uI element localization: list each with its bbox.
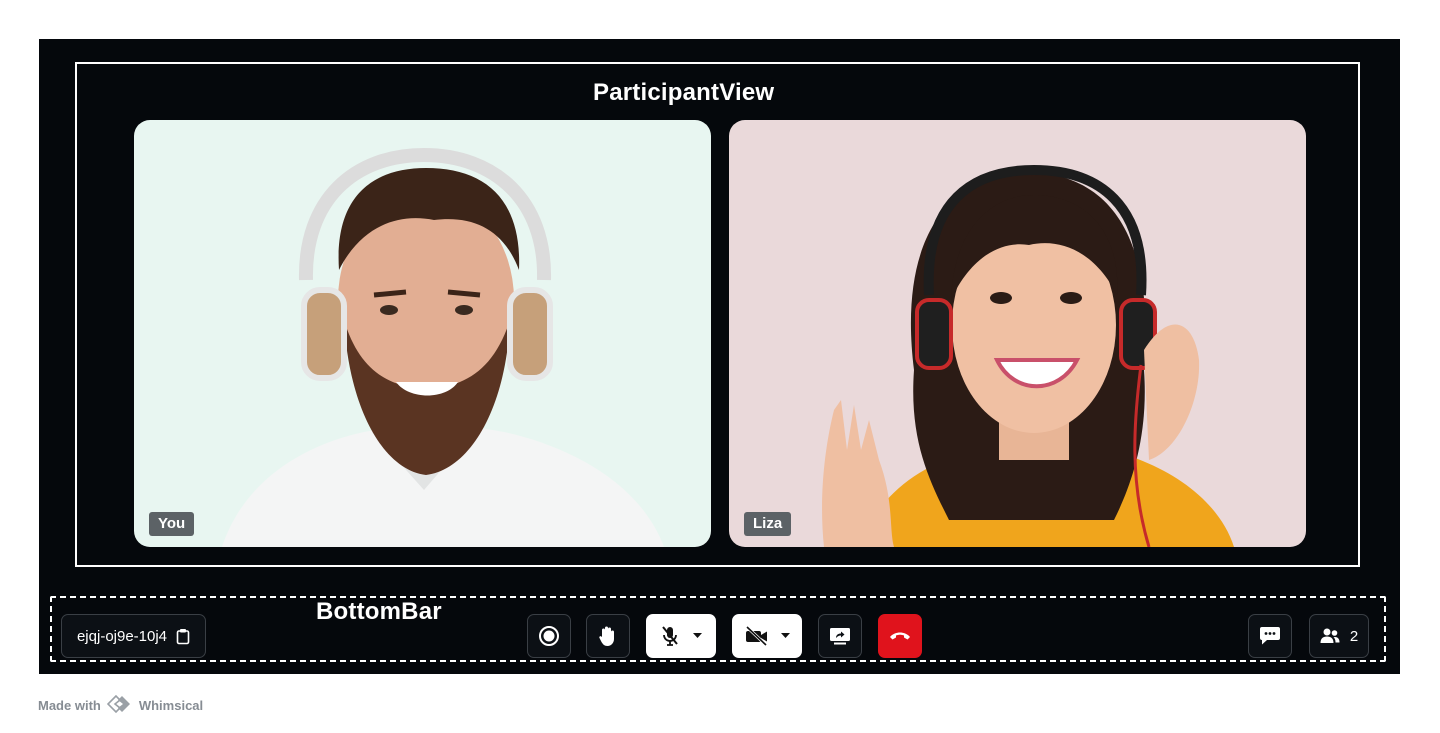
video-tile-you[interactable]: You [134, 120, 711, 547]
end-call-button[interactable] [878, 614, 922, 658]
participant-name-tag: You [149, 512, 195, 536]
made-with-text: Made with [38, 698, 101, 713]
meeting-id-copy-button[interactable]: ejqj-oj9e-10j4 [61, 614, 206, 658]
chat-button[interactable] [1248, 614, 1292, 658]
bottom-bar: BottomBar ejqj-oj9e-10j4 2 [50, 596, 1386, 662]
participant-name-tag: Liza [744, 512, 792, 536]
chat-icon [1259, 626, 1281, 646]
raise-hand-icon [598, 625, 618, 647]
participants-icon [1320, 628, 1340, 644]
video-feed-liza [729, 120, 1306, 547]
participant-view-label: ParticipantView [593, 79, 775, 106]
video-feed-you [134, 120, 711, 547]
meeting-stage: ParticipantView You Liza BottomBar ejqj-… [39, 39, 1400, 674]
microphone-toggle-button[interactable] [646, 614, 716, 658]
clipboard-icon [176, 628, 190, 645]
whimsical-logo-icon [106, 694, 133, 716]
whimsical-footer[interactable]: Made with Whimsical [38, 694, 204, 716]
record-icon [538, 625, 560, 647]
raise-hand-button[interactable] [586, 614, 630, 658]
end-call-icon [888, 630, 912, 642]
chevron-down-icon[interactable] [780, 633, 790, 639]
participant-view: ParticipantView You Liza [75, 62, 1360, 567]
screen-share-button[interactable] [818, 614, 862, 658]
chevron-down-icon[interactable] [692, 633, 702, 639]
meeting-id-text: ejqj-oj9e-10j4 [76, 627, 168, 645]
video-tile-liza[interactable]: Liza [729, 120, 1306, 547]
bottom-bar-label: BottomBar [316, 598, 442, 625]
record-button[interactable] [527, 614, 571, 658]
screen-share-icon [829, 627, 851, 645]
whimsical-brand-text: Whimsical [138, 698, 204, 713]
camera-toggle-button[interactable] [732, 614, 802, 658]
participants-button[interactable]: 2 [1309, 614, 1369, 658]
camera-off-icon [745, 626, 769, 646]
mic-off-icon [661, 625, 679, 647]
participant-count: 2 [1349, 627, 1359, 645]
